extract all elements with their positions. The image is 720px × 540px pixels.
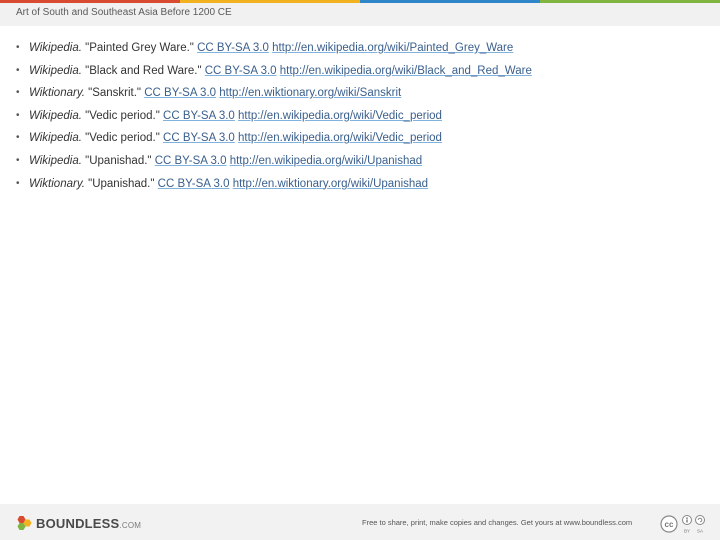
reference-item: • Wiktionary. "Sanskrit." CC BY-SA 3.0 h… [16,85,706,108]
logo-wordmark: BOUNDLESS [36,515,120,531]
license-link[interactable]: CC BY-SA 3.0 [163,110,235,122]
reference-source: Wikipedia. [29,132,82,145]
reference-url-link[interactable]: http://en.wiktionary.org/wiki/Upanishad [233,178,428,190]
reference-title: "Upanishad." [81,154,152,167]
bullet-icon: • [16,64,20,76]
reference-source: Wikipedia. [29,154,82,167]
by-label: BY [684,529,690,534]
bullet-icon: • [16,154,20,166]
page-title: Art of South and Southeast Asia Before 1… [16,7,232,18]
reference-title: "Sanskrit." [84,87,142,100]
slide-header: Art of South and Southeast Asia Before 1… [0,3,720,26]
reference-source: Wiktionary. [29,87,85,100]
reference-title: "Upanishad." [84,177,155,190]
reference-title: "Painted Grey Ware." [81,42,194,54]
bullet-icon: • [16,177,20,189]
logo-suffix: .COM [119,520,142,530]
reference-title: "Black and Red Ware." [81,64,202,77]
reference-title: "Vedic period." [81,109,160,122]
reference-item: • Wikipedia. "Painted Grey Ware." CC BY-… [16,40,706,63]
license-link[interactable]: CC BY-SA 3.0 [158,178,230,190]
reference-title: "Vedic period." [81,132,160,145]
reference-source: Wikipedia. [29,109,82,122]
reference-source: Wiktionary. [29,177,85,190]
license-link[interactable]: CC BY-SA 3.0 [144,87,216,99]
share-notice: Free to share, print, make copies and ch… [362,518,633,527]
bullet-icon: • [16,87,20,99]
reference-source: Wikipedia. [29,64,82,77]
reference-url-link[interactable]: http://en.wiktionary.org/wiki/Sanskrit [219,87,401,99]
bullet-icon: • [16,132,20,144]
logo-text: BOUNDLESS.COM [36,516,141,531]
bullet-icon: • [16,109,20,121]
creative-commons-by-sa-icon[interactable]: cc BY SA [660,513,710,535]
license-link[interactable]: CC BY-SA 3.0 [155,155,227,167]
boundless-logo[interactable]: BOUNDLESS.COM [15,515,141,531]
license-link[interactable]: CC BY-SA 3.0 [205,65,277,77]
reference-item: • Wikipedia. "Vedic period." CC BY-SA 3.… [16,108,706,131]
reference-item: • Wikipedia. "Black and Red Ware." CC BY… [16,63,706,86]
reference-item: • Wiktionary. "Upanishad." CC BY-SA 3.0 … [16,176,706,199]
reference-source: Wikipedia. [29,42,82,54]
reference-url-link[interactable]: http://en.wikipedia.org/wiki/Vedic_perio… [238,110,442,122]
sa-label: SA [697,529,703,534]
boundless-hexagon-icon [17,516,32,530]
license-link[interactable]: CC BY-SA 3.0 [163,132,235,144]
reference-url-link[interactable]: http://en.wikipedia.org/wiki/Painted_Gre… [272,42,513,54]
cc-label: cc [665,520,674,529]
license-link[interactable]: CC BY-SA 3.0 [197,42,269,54]
bullet-icon: • [16,42,20,53]
reference-item: • Wikipedia. "Upanishad." CC BY-SA 3.0 h… [16,153,706,176]
reference-url-link[interactable]: http://en.wikipedia.org/wiki/Vedic_perio… [238,132,442,144]
reference-list: • Wikipedia. "Painted Grey Ware." CC BY-… [16,40,706,198]
reference-item: • Wikipedia. "Vedic period." CC BY-SA 3.… [16,130,706,153]
reference-url-link[interactable]: http://en.wikipedia.org/wiki/Upanishad [230,155,422,167]
reference-url-link[interactable]: http://en.wikipedia.org/wiki/Black_and_R… [280,65,532,77]
